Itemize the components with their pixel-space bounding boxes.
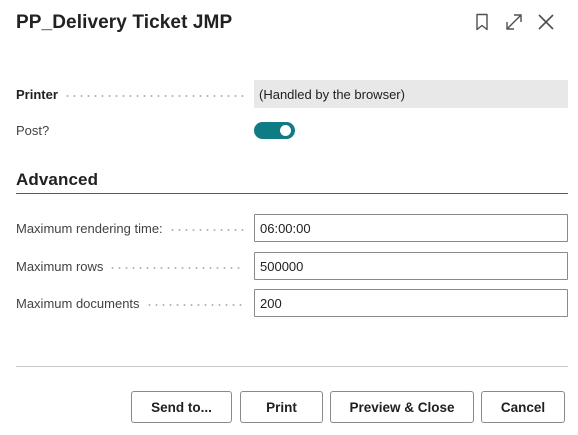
printer-row: Printer (Handled by the browser) [16, 80, 568, 108]
expand-icon[interactable] [498, 10, 530, 34]
section-title-advanced[interactable]: Advanced [16, 170, 98, 190]
max-documents-input[interactable]: 200 [254, 289, 568, 317]
send-to-button[interactable]: Send to... [131, 391, 232, 423]
section-divider [16, 193, 568, 194]
leader-dots [168, 229, 244, 231]
footer-divider [16, 366, 568, 367]
preview-close-button[interactable]: Preview & Close [330, 391, 474, 423]
post-label: Post? [16, 122, 252, 138]
max-rendering-time-label: Maximum rendering time: [16, 220, 252, 236]
bookmark-icon[interactable] [466, 10, 498, 34]
post-toggle[interactable] [254, 122, 295, 139]
close-icon[interactable] [530, 10, 562, 34]
max-documents-row: Maximum documents 200 [16, 289, 568, 317]
leader-dots [145, 304, 244, 306]
toggle-knob [280, 125, 291, 136]
dialog-title: PP_Delivery Ticket JMP [16, 12, 233, 33]
max-rows-input[interactable]: 500000 [254, 252, 568, 280]
printer-label: Printer [16, 86, 252, 102]
post-row: Post? [16, 116, 568, 144]
leader-dots [63, 95, 244, 97]
max-rendering-time-input[interactable]: 06:00:00 [254, 214, 568, 242]
print-button[interactable]: Print [240, 391, 323, 423]
max-rows-label: Maximum rows [16, 258, 252, 274]
max-rows-row: Maximum rows 500000 [16, 252, 568, 280]
window-controls [466, 10, 562, 34]
printer-value[interactable]: (Handled by the browser) [254, 80, 568, 108]
max-rendering-time-row: Maximum rendering time: 06:00:00 [16, 214, 568, 242]
leader-dots [109, 267, 244, 269]
max-documents-label: Maximum documents [16, 295, 252, 311]
cancel-button[interactable]: Cancel [481, 391, 565, 423]
